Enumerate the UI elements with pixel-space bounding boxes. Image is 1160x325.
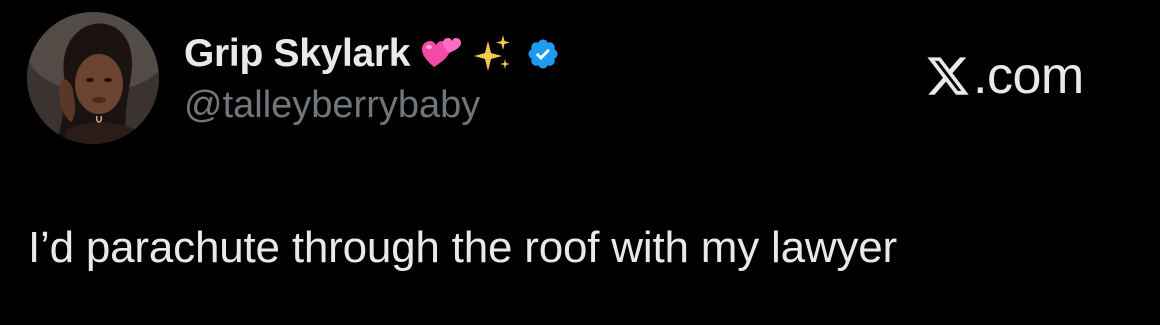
sparkles-icon bbox=[472, 33, 514, 75]
author-name-row: Grip Skylark bbox=[184, 30, 560, 78]
verified-badge-icon[interactable] bbox=[526, 37, 560, 71]
tweet-card: Grip Skylark @talleyberrybaby .com I’d p… bbox=[0, 0, 1160, 325]
x-logo-icon bbox=[925, 53, 971, 99]
author-handle[interactable]: @talleyberrybaby bbox=[184, 84, 480, 127]
avatar[interactable] bbox=[27, 12, 159, 144]
display-name[interactable]: Grip Skylark bbox=[184, 32, 411, 76]
avatar-image bbox=[27, 12, 159, 144]
site-watermark: .com bbox=[925, 47, 1084, 105]
two-hearts-icon bbox=[420, 33, 462, 75]
tweet-text: I’d parachute through the roof with my l… bbox=[28, 223, 898, 272]
site-domain: .com bbox=[973, 47, 1084, 105]
